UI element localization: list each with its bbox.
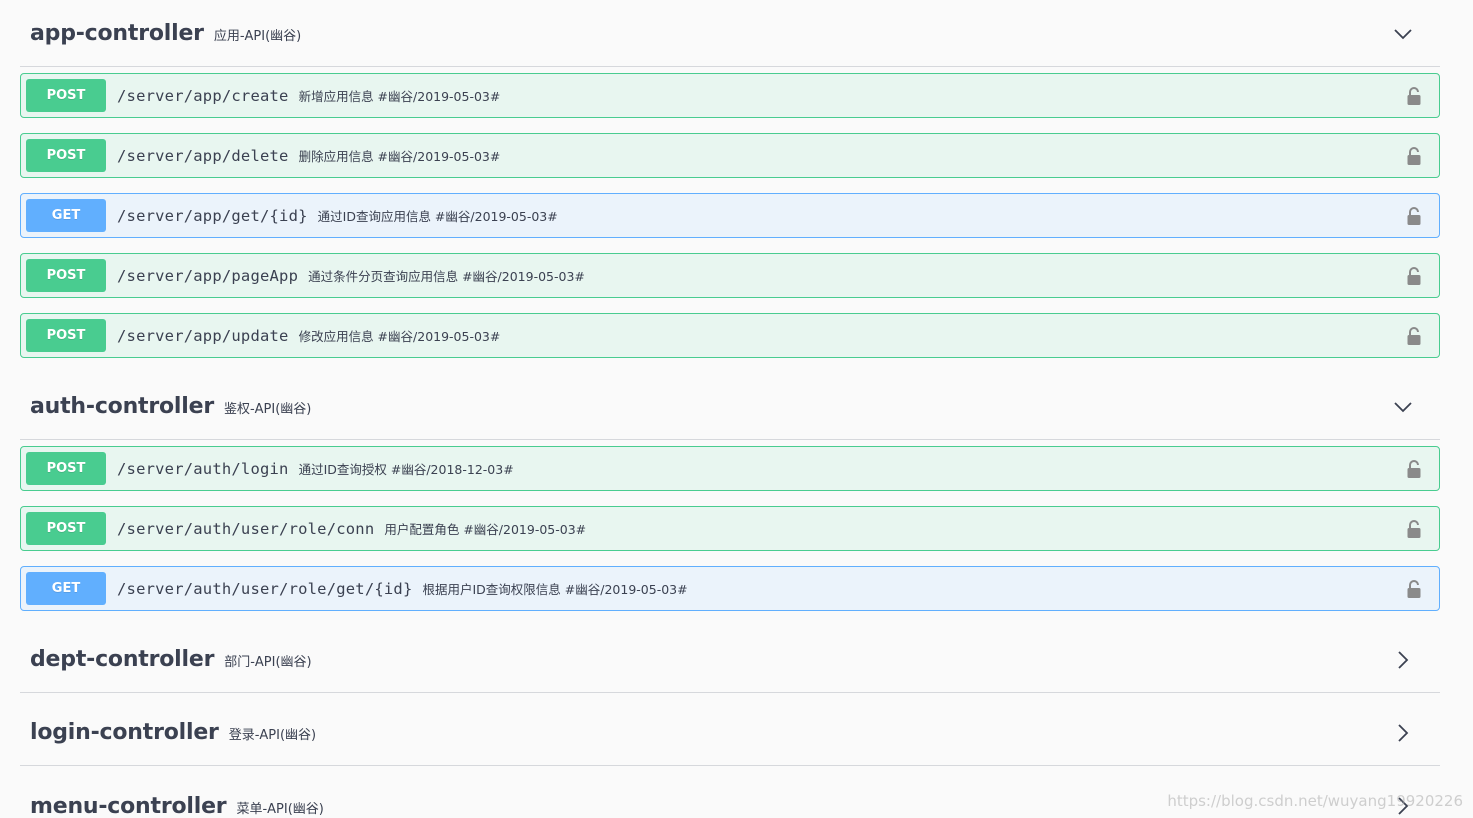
operation-post-auth-role-conn[interactable]: POST /server/auth/user/role/conn 用户配置角色 … <box>20 506 1440 551</box>
tag-header-login-controller[interactable]: login-controller 登录-API(幽谷) <box>20 700 1440 766</box>
lock-icon[interactable] <box>1407 326 1421 346</box>
lock-icon[interactable] <box>1407 86 1421 106</box>
method-badge: POST <box>26 259 106 292</box>
operation-summary: 用户配置角色 #幽谷/2019-05-03# <box>384 522 587 537</box>
chevron-right-icon[interactable] <box>1392 722 1414 744</box>
operation-path: /server/auth/user/role/get/{id} <box>117 579 413 598</box>
operation-path: /server/auth/login <box>117 459 289 478</box>
operation-path: /server/app/pageApp <box>117 266 299 285</box>
tag-description: 鉴权-API(幽谷) <box>223 402 312 417</box>
tag-description: 部门-API(幽谷) <box>224 655 312 670</box>
operation-post-app-delete[interactable]: POST /server/app/delete 删除应用信息 #幽谷/2019-… <box>20 133 1440 178</box>
tag-name: dept-controller <box>30 647 215 672</box>
method-badge: GET <box>26 572 106 605</box>
lock-icon[interactable] <box>1407 266 1421 286</box>
chevron-right-icon[interactable] <box>1392 649 1414 671</box>
lock-icon[interactable] <box>1407 459 1421 479</box>
operation-path: /server/app/delete <box>117 146 289 165</box>
lock-icon[interactable] <box>1407 206 1421 226</box>
chevron-down-icon[interactable] <box>1392 396 1414 418</box>
operation-post-app-update[interactable]: POST /server/app/update 修改应用信息 #幽谷/2019-… <box>20 313 1440 358</box>
operation-path: /server/auth/user/role/conn <box>117 519 375 538</box>
tag-description: 菜单-API(幽谷) <box>236 801 324 817</box>
operation-path: /server/app/create <box>117 86 289 105</box>
tag-description: 应用-API(幽谷) <box>213 29 302 44</box>
tag-description: 登录-API(幽谷) <box>228 728 317 743</box>
lock-icon[interactable] <box>1407 579 1421 599</box>
operation-summary: 通过ID查询应用信息 #幽谷/2019-05-03# <box>317 209 558 224</box>
method-badge: POST <box>26 139 106 172</box>
tag-header-auth-controller[interactable]: auth-controller 鉴权-API(幽谷) <box>20 374 1440 440</box>
tag-name: login-controller <box>30 720 219 745</box>
tag-name: menu-controller <box>30 793 227 818</box>
method-badge: POST <box>26 452 106 485</box>
operation-get-app-get[interactable]: GET /server/app/get/{id} 通过ID查询应用信息 #幽谷/… <box>20 193 1440 238</box>
tag-name: auth-controller <box>30 394 214 419</box>
lock-icon[interactable] <box>1407 519 1421 539</box>
operation-post-app-pageapp[interactable]: POST /server/app/pageApp 通过条件分页查询应用信息 #幽… <box>20 253 1440 298</box>
tag-name: app-controller <box>30 21 204 46</box>
operation-summary: 删除应用信息 #幽谷/2019-05-03# <box>298 149 501 164</box>
method-badge: POST <box>26 319 106 352</box>
operation-summary: 通过ID查询授权 #幽谷/2018-12-03# <box>298 462 514 477</box>
operation-post-auth-login[interactable]: POST /server/auth/login 通过ID查询授权 #幽谷/201… <box>20 446 1440 491</box>
operation-post-app-create[interactable]: POST /server/app/create 新增应用信息 #幽谷/2019-… <box>20 73 1440 118</box>
operation-get-auth-role-get[interactable]: GET /server/auth/user/role/get/{id} 根据用户… <box>20 566 1440 611</box>
chevron-down-icon[interactable] <box>1392 23 1414 45</box>
method-badge: GET <box>26 199 106 232</box>
operation-summary: 修改应用信息 #幽谷/2019-05-03# <box>298 329 501 344</box>
watermark: https://blog.csdn.net/wuyang19920226 <box>1167 792 1463 810</box>
operation-summary: 根据用户ID查询权限信息 #幽谷/2019-05-03# <box>422 582 688 597</box>
operation-path: /server/app/update <box>117 326 289 345</box>
operation-summary: 通过条件分页查询应用信息 #幽谷/2019-05-03# <box>308 269 585 284</box>
tag-header-app-controller[interactable]: app-controller 应用-API(幽谷) <box>20 1 1440 67</box>
operation-summary: 新增应用信息 #幽谷/2019-05-03# <box>298 89 501 104</box>
lock-icon[interactable] <box>1407 146 1421 166</box>
method-badge: POST <box>26 512 106 545</box>
operation-path: /server/app/get/{id} <box>117 206 308 225</box>
tag-header-dept-controller[interactable]: dept-controller 部门-API(幽谷) <box>20 627 1440 693</box>
method-badge: POST <box>26 79 106 112</box>
